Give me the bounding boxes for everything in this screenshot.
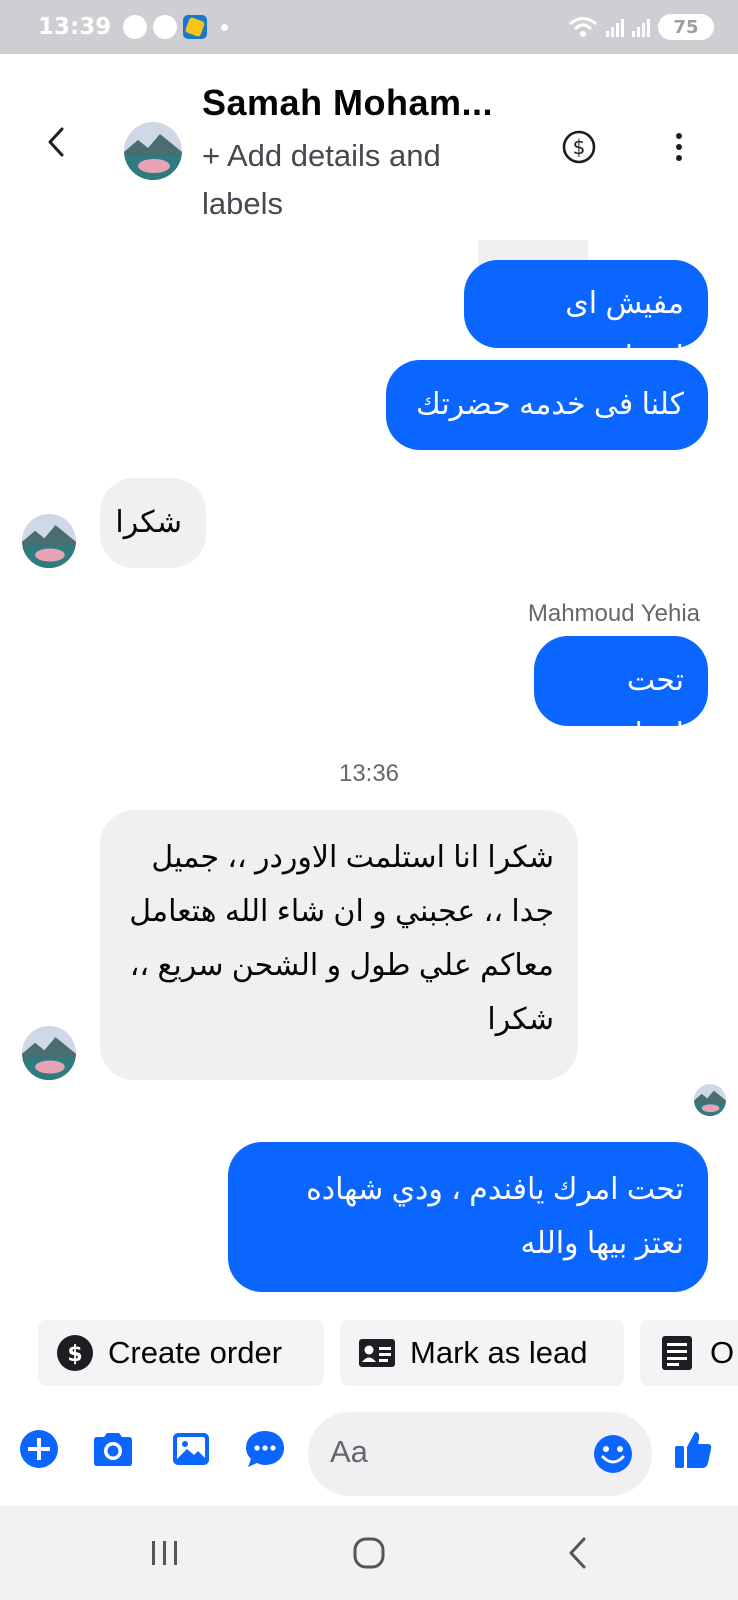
message-input[interactable]: Aa <box>308 1412 652 1496</box>
home-icon <box>353 1537 385 1569</box>
play-notification-icon <box>153 15 178 39</box>
back-icon <box>569 1537 586 1569</box>
message-text: كلنا فى خدمه حضرتك <box>416 388 684 421</box>
message-text: تحت امرك <box>618 664 684 751</box>
more-vertical-icon <box>676 133 682 139</box>
thumbs-up-icon <box>675 1432 712 1468</box>
chat-header: Samah Moham... + Add details and labels … <box>0 54 738 226</box>
home-button[interactable] <box>344 1528 394 1578</box>
message-bubble-incoming[interactable]: شكرا <box>100 478 206 568</box>
document-icon <box>662 1336 692 1370</box>
message-text: تحت امرك يافندم ، ودي شهاده نعتز بيها وا… <box>306 1173 684 1260</box>
status-notification-icons <box>123 15 229 39</box>
mark-as-lead-button[interactable]: Mark as lead <box>340 1320 624 1386</box>
message-timestamp: 13:36 <box>338 760 400 787</box>
contact-name[interactable]: Samah Moham... <box>202 82 493 124</box>
composer-bar: Aa <box>0 1408 738 1500</box>
read-receipt-avatar <box>694 1084 726 1116</box>
message-list[interactable]: مفيش اى اعتذار كلنا فى خدمه حضرتك شكرا M… <box>0 226 738 1316</box>
message-bubble-outgoing[interactable]: كلنا فى خدمه حضرتك <box>386 360 708 450</box>
mark-as-lead-label: Mark as lead <box>410 1335 588 1370</box>
recent-apps-icon <box>152 1541 177 1565</box>
contact-avatar-small[interactable] <box>22 1026 76 1080</box>
system-navigation-bar <box>0 1506 738 1600</box>
chevron-left-icon <box>48 127 64 157</box>
gallery-button[interactable] <box>168 1426 214 1472</box>
message-text: شكرا انا استلمت الاوردر ،، جميل جدا ،، ع… <box>129 841 554 1036</box>
dollar-circle-icon: $ <box>562 130 596 164</box>
message-bubble-outgoing[interactable]: تحت امرك يافندم ، ودي شهاده نعتز بيها وا… <box>228 1142 708 1292</box>
chat-bubble-icon <box>246 1431 284 1467</box>
app-notification-icon <box>183 15 208 39</box>
message-bubble-outgoing[interactable]: تحت امرك <box>534 636 708 751</box>
camera-button[interactable] <box>90 1426 136 1472</box>
contact-avatar-small[interactable] <box>22 514 76 568</box>
more-actions-chip[interactable]: O <box>640 1320 738 1386</box>
status-bar: 13:39 75 <box>0 0 738 54</box>
emoji-icon[interactable] <box>592 1433 634 1475</box>
message-bubble-outgoing[interactable]: مفيش اى اعتذار <box>464 260 708 374</box>
message-bubble-incoming[interactable]: شكرا انا استلمت الاوردر ،، جميل جدا ،، ع… <box>100 810 578 1080</box>
camera-icon <box>94 1433 132 1466</box>
more-notifications-dot-icon <box>221 23 229 31</box>
create-order-button[interactable]: $ Create order <box>38 1320 324 1386</box>
message-text: شكرا <box>115 506 182 539</box>
contact-avatar[interactable] <box>124 122 182 180</box>
signal-icon-2 <box>632 17 650 37</box>
svg-text:$: $ <box>573 135 586 159</box>
signal-icon-1 <box>606 17 624 37</box>
dollar-circle-icon: $ <box>57 1335 93 1371</box>
add-button[interactable] <box>16 1426 62 1472</box>
add-details-link[interactable]: + Add details and labels <box>202 132 522 228</box>
recent-apps-button[interactable] <box>140 1528 190 1578</box>
gallery-icon <box>173 1433 209 1465</box>
svg-text:$: $ <box>67 1342 82 1367</box>
saved-replies-button[interactable] <box>242 1426 288 1472</box>
status-time: 13:39 <box>38 14 112 40</box>
battery-level: 75 <box>673 16 699 38</box>
messenger-notification-icon <box>123 15 148 39</box>
more-actions-label: O <box>710 1335 735 1370</box>
like-button[interactable] <box>670 1426 716 1472</box>
contact-card-icon <box>359 1339 395 1367</box>
payment-button[interactable]: $ <box>562 130 596 164</box>
back-button[interactable] <box>38 124 74 160</box>
battery-indicator: 75 <box>658 14 714 40</box>
sender-name: Mahmoud Yehia <box>527 600 700 627</box>
system-back-button[interactable] <box>552 1528 602 1578</box>
create-order-label: Create order <box>108 1335 283 1370</box>
plus-icon <box>20 1430 58 1468</box>
wifi-icon <box>569 17 597 37</box>
message-input-placeholder: Aa <box>330 1434 368 1469</box>
quick-actions-bar[interactable]: $ Create order Mark as lead O <box>0 1318 738 1388</box>
more-options-button[interactable] <box>662 130 696 164</box>
